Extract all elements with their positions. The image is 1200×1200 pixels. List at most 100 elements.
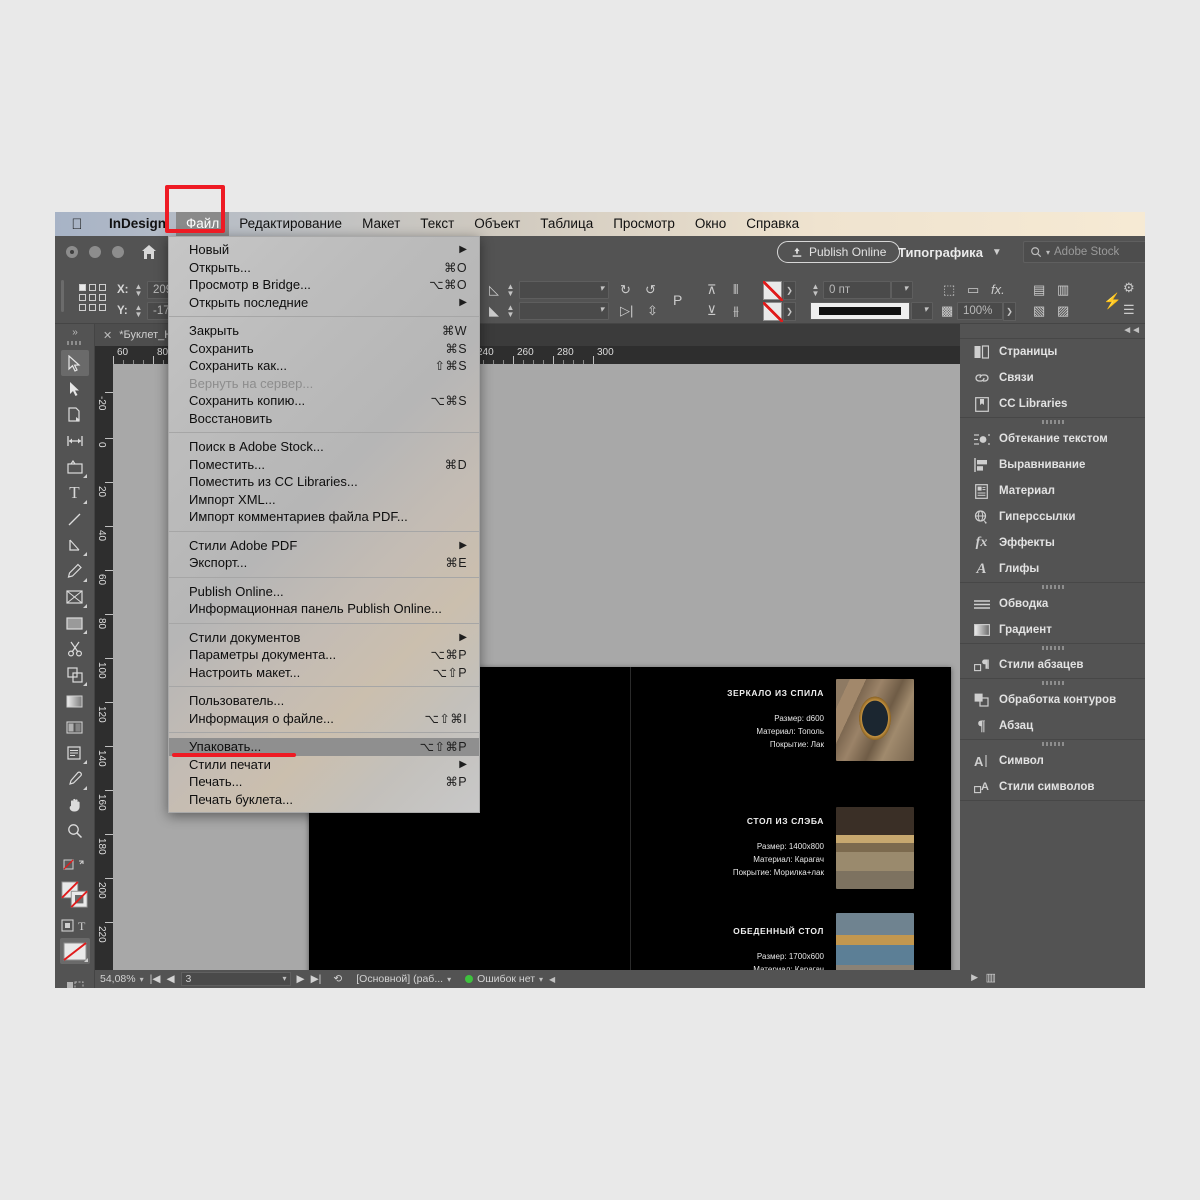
direct-selection-tool[interactable] — [61, 376, 89, 402]
control-bar-grip[interactable] — [61, 280, 64, 312]
stroke-style-dropdown[interactable]: ▾ — [911, 302, 933, 320]
menu-item-save-a-copy[interactable]: Сохранить копию... ⌥⌘S — [169, 392, 479, 410]
product-photo-dining-table[interactable] — [836, 913, 914, 970]
eyedropper-tool[interactable] — [61, 766, 89, 792]
x-stepper[interactable]: ▲ ▼ — [133, 282, 144, 298]
note-tool[interactable] — [61, 740, 89, 766]
panel-hyperlinks[interactable]: Гиперссылки — [960, 504, 1145, 530]
menu-item-adjust-layout[interactable]: Настроить макет... ⌥⇧P — [169, 664, 479, 682]
menu-item-document-setup[interactable]: Параметры документа... ⌥⌘P — [169, 646, 479, 664]
gradient-feather-tool[interactable] — [61, 714, 89, 740]
menu-text[interactable]: Текст — [410, 212, 464, 236]
tools-panel-grip[interactable] — [66, 341, 83, 345]
content-collector-tool[interactable] — [61, 454, 89, 480]
menu-file[interactable]: Файл — [176, 212, 230, 236]
first-page-icon[interactable]: |◀ — [150, 973, 161, 985]
menu-item-save-as[interactable]: Сохранить как... ⇧⌘S — [169, 357, 479, 375]
menu-item-revert[interactable]: Восстановить — [169, 410, 479, 428]
rectangle-frame-tool[interactable] — [61, 584, 89, 610]
panel-group-grip[interactable] — [1041, 420, 1064, 424]
scissors-tool[interactable] — [61, 636, 89, 662]
object-frame-icon[interactable]: P — [673, 292, 682, 308]
home-icon[interactable] — [140, 243, 158, 261]
stroke-color-swatch[interactable] — [763, 302, 783, 322]
fill-stroke-swap-icon[interactable] — [61, 852, 89, 878]
effects-fx-icon[interactable]: fx. — [991, 282, 1005, 297]
menu-item-document-presets[interactable]: Стили документов ▶ — [169, 629, 479, 647]
rotate-cw-icon[interactable]: ↻ — [620, 282, 631, 298]
maximize-window-dot[interactable] — [112, 246, 124, 258]
menu-item-place-from-cc-libraries[interactable]: Поместить из CC Libraries... — [169, 473, 479, 491]
align-bottom-icon[interactable]: ⊻ — [707, 303, 717, 319]
stroke-style-preview[interactable] — [810, 302, 910, 320]
align-left-icon[interactable]: ▤ — [1033, 282, 1045, 298]
menu-item-place[interactable]: Поместить... ⌘D — [169, 456, 479, 474]
stroke-weight-stepper[interactable]: ▲ ▼ — [810, 282, 821, 298]
shear-stepper[interactable]: ▲ ▼ — [505, 282, 516, 298]
distribute-h-icon[interactable]: ▨ — [1057, 303, 1069, 319]
menu-item-search-adobe-stock[interactable]: Поиск в Adobe Stock... — [169, 438, 479, 456]
menu-window[interactable]: Окно — [685, 212, 736, 236]
minimize-window-dot[interactable] — [89, 246, 101, 258]
menu-help[interactable]: Справка — [736, 212, 809, 236]
adobe-stock-search[interactable]: ▾ Adobe Stock — [1023, 241, 1145, 263]
opacity-icon[interactable]: ▩ — [941, 303, 953, 319]
menu-item-save[interactable]: Сохранить ⌘S — [169, 340, 479, 358]
last-page-icon[interactable]: ▶| — [311, 973, 322, 985]
window-controls[interactable] — [66, 246, 124, 258]
rotate-dropdown[interactable]: ▾ — [519, 302, 609, 320]
panel-effects[interactable]: fx Эффекты — [960, 530, 1145, 556]
menu-layout[interactable]: Макет — [352, 212, 410, 236]
distribute-v-icon[interactable]: ▧ — [1033, 303, 1045, 319]
panel-glyphs[interactable]: A Глифы — [960, 556, 1145, 582]
pen-tool[interactable] — [61, 532, 89, 558]
panel-group-grip[interactable] — [1041, 585, 1064, 589]
menu-item-print-booklet[interactable]: Печать буклета... — [169, 791, 479, 809]
menu-item-file-info[interactable]: Информация о файле... ⌥⇧⌘I — [169, 710, 479, 728]
panel-group-grip[interactable] — [1041, 681, 1064, 685]
product-block[interactable]: ОБЕДЕННЫЙ СТОЛ Размер: 1700x600 Материал… — [639, 925, 824, 970]
close-window-dot[interactable] — [66, 246, 78, 258]
menu-item-print[interactable]: Печать... ⌘P — [169, 773, 479, 791]
menu-item-export[interactable]: Экспорт... ⌘E — [169, 554, 479, 572]
preflight-expand-icon[interactable]: ◀ — [549, 975, 555, 984]
panel-links[interactable]: Связи — [960, 365, 1145, 391]
vertical-ruler[interactable]: -20 0 20 40 60 80 100 120 140 160 180 20… — [95, 364, 113, 970]
menu-edit[interactable]: Редактирование — [229, 212, 352, 236]
menu-view[interactable]: Просмотр — [603, 212, 685, 236]
free-transform-tool[interactable] — [61, 662, 89, 688]
zoom-tool[interactable] — [61, 818, 89, 844]
stroke-swatch-dropdown[interactable]: ❯ — [783, 302, 796, 321]
shear-dropdown[interactable]: ▾ — [519, 281, 609, 299]
next-page-icon[interactable]: ▶ — [297, 973, 305, 985]
menu-table[interactable]: Таблица — [530, 212, 603, 236]
flip-horizontal-icon[interactable]: ▷| — [620, 303, 633, 319]
rotate-stepper[interactable]: ▲ ▼ — [505, 303, 516, 319]
formatting-affects-icons[interactable]: T — [60, 912, 89, 938]
master-page-selector[interactable]: [Основной] (раб... ▾ — [356, 973, 451, 985]
product-block[interactable]: ЗЕРКАЛО ИЗ СПИЛА Размер: d600 Материал: … — [639, 687, 824, 751]
spread-view-icon[interactable]: ▥ — [986, 971, 996, 984]
menu-item-import-pdf-comments[interactable]: Импорт комментариев файла PDF... — [169, 508, 479, 526]
page-tool[interactable] — [61, 402, 89, 428]
y-stepper[interactable]: ▲ ▼ — [133, 303, 144, 319]
pencil-tool[interactable] — [61, 558, 89, 584]
panel-character-styles[interactable]: A Стили символов — [960, 774, 1145, 800]
selection-tool[interactable] — [60, 350, 89, 376]
hscroll-right-arrow-icon[interactable]: ▶ — [971, 972, 978, 983]
bolt-icon[interactable]: ⚡ — [1103, 292, 1122, 310]
hand-tool[interactable] — [61, 792, 89, 818]
tools-collapse-icon[interactable]: » — [55, 324, 94, 338]
normal-view-mode-icon[interactable] — [61, 972, 89, 988]
dock-collapse-icon[interactable]: ◄◄ — [1122, 325, 1141, 336]
workspace-selector[interactable]: Типографика ▼ — [898, 241, 1002, 263]
line-tool[interactable] — [61, 506, 89, 532]
rotate-angle-icon[interactable]: ◣ — [487, 303, 501, 319]
distribute-icon[interactable]: ⫴ — [733, 282, 738, 298]
menu-object[interactable]: Объект — [464, 212, 530, 236]
menu-item-open[interactable]: Открыть... ⌘O — [169, 259, 479, 277]
menu-item-close[interactable]: Закрыть ⌘W — [169, 322, 479, 340]
fill-stroke-swatches[interactable] — [60, 878, 89, 912]
frame-fitting-icon[interactable]: ▭ — [967, 282, 979, 298]
menu-item-import-xml[interactable]: Импорт XML... — [169, 491, 479, 509]
